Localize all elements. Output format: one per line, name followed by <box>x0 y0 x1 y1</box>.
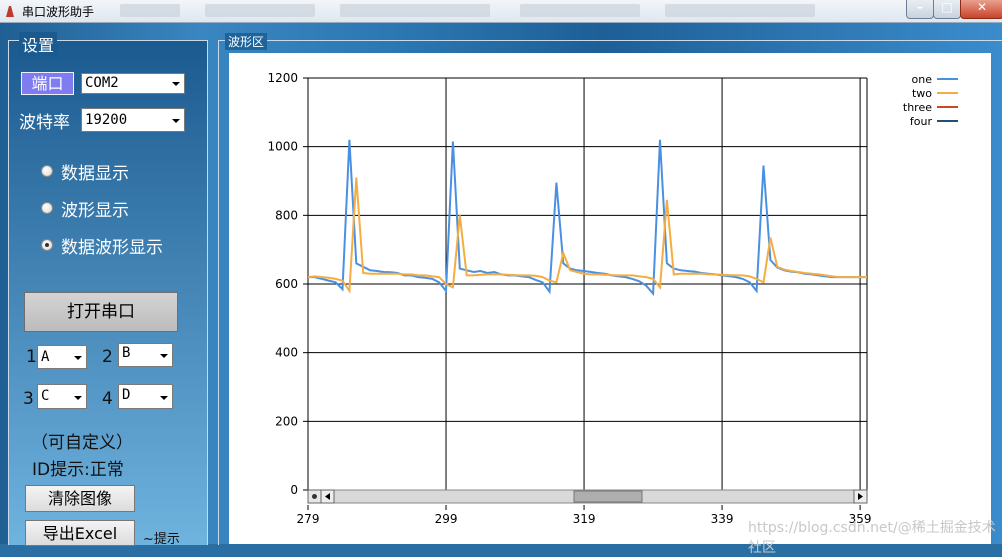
taskbar-blur <box>205 4 315 17</box>
radio-data-display-label[interactable]: 数据显示 <box>61 159 129 184</box>
legend-label-one: one <box>912 73 933 86</box>
channel-2-number: 2 <box>102 347 113 367</box>
y-tick-label: 1000 <box>267 140 298 154</box>
legend-label-two: two <box>912 87 932 100</box>
chart-area: 0 200 400 600 800 1000 1200 279 299 319 339 359 one t… <box>229 53 991 544</box>
scrollbar-thumb[interactable] <box>573 490 643 503</box>
y-tick-label: 1200 <box>267 71 298 85</box>
legend-label-four: four <box>910 115 933 128</box>
chevron-down-icon <box>172 119 180 123</box>
x-tick-label: 279 <box>297 512 320 526</box>
channel-3-value: C <box>41 388 50 404</box>
channel-4-select[interactable]: D <box>118 384 173 409</box>
export-excel-button[interactable]: 导出Excel <box>25 520 135 546</box>
window-title: 串口波形助手 <box>22 5 95 19</box>
zoom-reset-icon <box>312 494 317 499</box>
waveform-chart: 020040060080010001200279 299 319 339 359onet… <box>267 71 958 526</box>
port-select[interactable]: COM2 <box>81 73 185 94</box>
channel-2-select[interactable]: B <box>118 343 173 367</box>
y-tick-label: 600 <box>275 277 298 291</box>
radio-data-display[interactable] <box>41 165 53 177</box>
chevron-down-icon <box>74 356 82 360</box>
channel-3-number: 3 <box>23 389 34 409</box>
taskbar-blur <box>120 4 180 17</box>
maximize-button[interactable]: □ <box>933 0 961 19</box>
radio-wave-display-label[interactable]: 波形显示 <box>61 196 129 221</box>
series-line-two <box>307 177 867 294</box>
channel-2-value: B <box>122 345 131 361</box>
app-icon <box>6 6 14 17</box>
close-button[interactable]: ✕ <box>960 0 1002 19</box>
chevron-down-icon <box>172 82 180 86</box>
custom-note: （可自定义） <box>31 433 133 453</box>
radio-data-wave-display-label[interactable]: 数据波形显示 <box>61 233 163 258</box>
id-status: ID提示:正常 <box>32 460 124 480</box>
channel-4-number: 4 <box>102 389 113 409</box>
channel-1-select[interactable]: A <box>37 345 87 369</box>
baud-select[interactable]: 19200 <box>81 108 185 132</box>
y-tick-label: 0 <box>290 483 298 497</box>
y-tick-label: 800 <box>275 208 298 222</box>
y-tick-label: 200 <box>275 414 298 428</box>
channel-1-value: A <box>41 349 50 365</box>
chevron-down-icon <box>160 396 168 400</box>
radio-wave-display[interactable] <box>41 202 53 214</box>
taskbar-blur <box>340 4 490 17</box>
title-bar: 串口波形助手 – □ ✕ <box>0 0 1002 23</box>
taskbar-blur <box>520 4 640 17</box>
baud-select-value: 19200 <box>85 112 128 128</box>
chevron-down-icon <box>74 396 82 400</box>
baud-label: 波特率 <box>19 113 70 133</box>
clear-image-button[interactable]: 清除图像 <box>25 485 135 512</box>
channel-1-number: 1 <box>26 347 37 367</box>
port-select-value: COM2 <box>85 75 119 91</box>
hint-label: ~提示 <box>143 532 180 547</box>
port-button[interactable]: 端口 <box>21 72 74 95</box>
watermark: https://blog.csdn.net/@稀土掘金技术社区 <box>748 520 996 556</box>
channel-3-select[interactable]: C <box>37 384 87 409</box>
open-port-button[interactable]: 打开串口 <box>24 292 178 332</box>
minimize-button[interactable]: – <box>906 0 934 19</box>
settings-group-label: 设置 <box>19 32 58 56</box>
radio-data-wave-display[interactable] <box>41 239 53 251</box>
x-tick-label: 319 <box>573 512 596 526</box>
taskbar-blur <box>665 4 815 17</box>
chevron-down-icon <box>160 354 168 358</box>
waveform-group-label: 波形区 <box>225 33 268 50</box>
channel-4-value: D <box>122 387 131 403</box>
series-line-one <box>308 139 867 297</box>
x-tick-label: 339 <box>711 512 734 526</box>
y-tick-label: 400 <box>275 346 298 360</box>
legend-label-three: three <box>903 101 932 114</box>
x-tick-label: 299 <box>435 512 458 526</box>
